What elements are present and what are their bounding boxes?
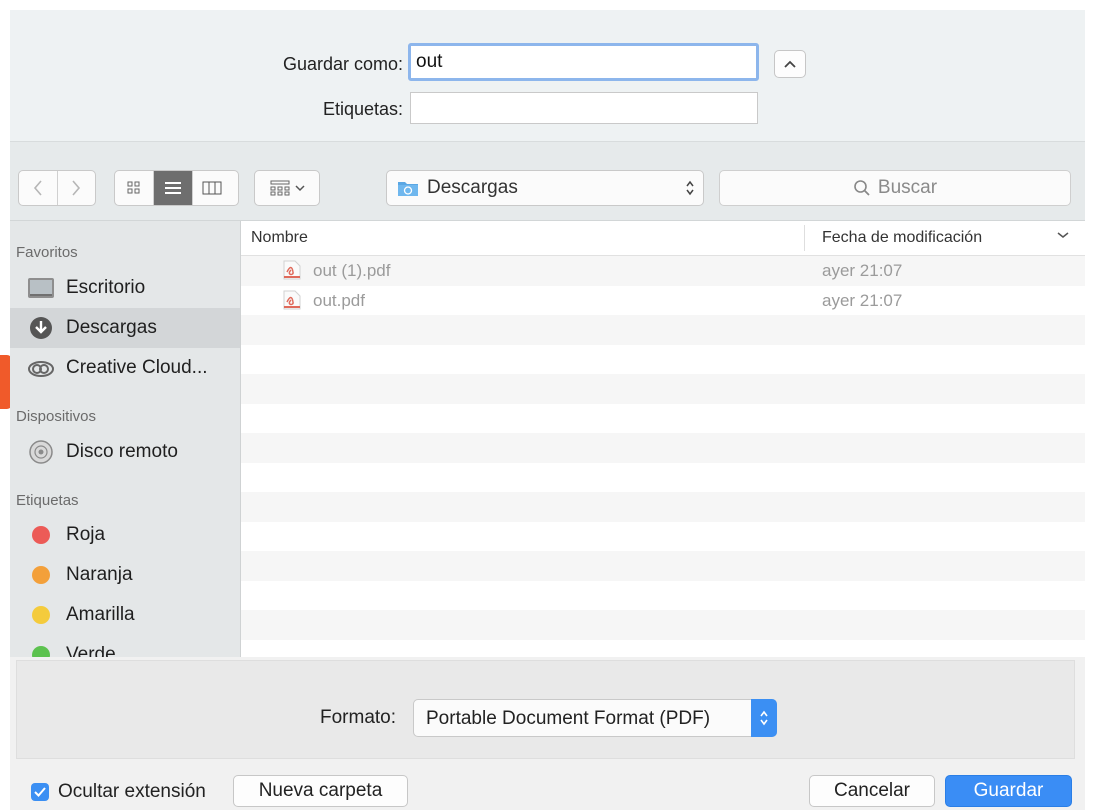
file-name: out.pdf xyxy=(313,290,365,310)
column-divider xyxy=(804,225,805,251)
updown-icon xyxy=(686,180,694,196)
chevron-right-icon xyxy=(72,180,81,196)
orange-tag-dot xyxy=(32,566,50,584)
column-header-name[interactable]: Nombre xyxy=(251,229,308,247)
sidebar-tag-naranja[interactable]: Naranja xyxy=(10,555,240,595)
empty-row xyxy=(241,433,1085,463)
location-popup[interactable]: Descargas xyxy=(386,170,704,206)
nav-buttons xyxy=(18,170,96,206)
favorites-heading: Favoritos xyxy=(16,244,78,261)
sidebar-tag-amarilla[interactable]: Amarilla xyxy=(10,595,240,635)
forward-button[interactable] xyxy=(58,171,96,205)
file-date: ayer 21:07 xyxy=(822,290,903,310)
hide-extension-label[interactable]: Ocultar extensión xyxy=(58,781,206,803)
chevron-up-icon xyxy=(784,60,796,68)
file-name: out (1).pdf xyxy=(313,261,391,280)
save-as-label: Guardar como: xyxy=(282,54,403,74)
file-date: ayer 21:07 xyxy=(822,261,903,280)
new-folder-button[interactable]: Nueva carpeta xyxy=(233,775,408,807)
sidebar-item-label: Naranja xyxy=(66,564,133,585)
sidebar-item-label: Descargas xyxy=(66,317,157,338)
file-list: Nombre Fecha de modificación out (1).pdf… xyxy=(241,221,1085,657)
expand-dialog-button[interactable] xyxy=(774,50,806,78)
downloads-folder-icon xyxy=(398,182,418,196)
location-label: Descargas xyxy=(427,177,518,198)
sidebar-tag-verde[interactable]: Verde xyxy=(10,635,240,657)
format-area: Formato: Portable Document Format (PDF) xyxy=(16,660,1075,759)
search-field[interactable]: Buscar xyxy=(719,170,1071,206)
green-tag-dot xyxy=(32,646,50,657)
downloads-icon xyxy=(26,313,56,343)
desktop-icon xyxy=(26,273,56,303)
hide-extension-checkbox[interactable] xyxy=(31,783,49,801)
empty-row xyxy=(241,315,1085,345)
list-view-button[interactable] xyxy=(154,171,193,205)
empty-row xyxy=(241,403,1085,433)
sidebar-item-label: Disco remoto xyxy=(66,441,178,462)
arrange-button[interactable] xyxy=(254,170,320,206)
save-as-input[interactable] xyxy=(408,43,759,81)
empty-row xyxy=(241,580,1085,610)
empty-row xyxy=(241,462,1085,492)
search-placeholder: Buscar xyxy=(877,177,938,198)
group-by-icon xyxy=(270,180,289,196)
back-button[interactable] xyxy=(19,171,58,205)
red-tag-dot xyxy=(32,526,50,544)
table-row[interactable]: out.pdf ayer 21:07 xyxy=(241,285,1085,315)
tags-label: Etiquetas: xyxy=(322,99,403,119)
save-dialog: Guardar como: Etiquetas: xyxy=(10,10,1085,810)
sidebar-item-label: Verde xyxy=(66,644,116,657)
sidebar-item-label: Creative Cloud... xyxy=(66,357,208,378)
grid-icon xyxy=(127,181,140,194)
toolbar: Descargas Buscar xyxy=(10,142,1085,221)
icon-view-button[interactable] xyxy=(115,171,154,205)
tags-heading: Etiquetas xyxy=(16,492,79,509)
empty-row xyxy=(241,521,1085,551)
view-mode-control xyxy=(114,170,239,206)
cancel-button[interactable]: Cancelar xyxy=(809,775,935,807)
updown-icon xyxy=(751,699,777,737)
save-as-area: Guardar como: Etiquetas: xyxy=(10,10,1085,142)
table-row[interactable]: out (1).pdf ayer 21:07 xyxy=(241,256,1085,286)
tags-input[interactable] xyxy=(410,92,758,124)
sidebar: Favoritos Escritorio Descargas Creative … xyxy=(10,221,241,657)
creative-cloud-icon xyxy=(26,353,56,383)
sidebar-item-label: Roja xyxy=(66,524,106,545)
pdf-file-icon xyxy=(283,290,301,309)
column-view-button[interactable] xyxy=(193,171,231,205)
empty-row xyxy=(241,344,1085,374)
yellow-tag-dot xyxy=(32,606,50,624)
chevron-left-icon xyxy=(33,180,42,196)
empty-row xyxy=(241,492,1085,522)
list-icon xyxy=(165,182,181,194)
sidebar-tag-roja[interactable]: Roja xyxy=(10,515,240,555)
sidebar-item-label: Amarilla xyxy=(66,604,135,625)
columns-icon xyxy=(202,181,222,195)
search-icon xyxy=(854,180,870,196)
devices-heading: Dispositivos xyxy=(16,408,97,425)
sidebar-item-disco-remoto[interactable]: Disco remoto xyxy=(10,432,240,472)
list-header: Nombre Fecha de modificación xyxy=(241,221,1085,256)
empty-row xyxy=(241,610,1085,640)
format-label: Formato: xyxy=(320,707,397,728)
sidebar-item-descargas[interactable]: Descargas xyxy=(10,308,240,348)
sidebar-item-escritorio[interactable]: Escritorio xyxy=(10,268,240,308)
bottom-bar: Ocultar extensión Nueva carpeta Cancelar… xyxy=(10,760,1085,810)
sidebar-item-creative-cloud[interactable]: Creative Cloud... xyxy=(10,348,240,388)
chevron-down-icon xyxy=(294,185,305,192)
format-value: Portable Document Format (PDF) xyxy=(426,708,711,729)
column-header-date[interactable]: Fecha de modificación xyxy=(822,229,982,247)
empty-row xyxy=(241,374,1085,404)
sidebar-item-label: Escritorio xyxy=(66,277,146,298)
pdf-file-icon xyxy=(283,260,301,280)
format-select[interactable]: Portable Document Format (PDF) xyxy=(413,699,777,737)
empty-row xyxy=(241,551,1085,581)
remote-disc-icon xyxy=(26,437,56,467)
save-button[interactable]: Guardar xyxy=(945,775,1072,807)
empty-row xyxy=(241,639,1085,657)
checkmark-icon xyxy=(34,787,46,797)
chevron-down-icon[interactable] xyxy=(1057,231,1069,239)
file-rows: out (1).pdf ayer 21:07 out.pdf ayer 21:0… xyxy=(241,256,1085,657)
